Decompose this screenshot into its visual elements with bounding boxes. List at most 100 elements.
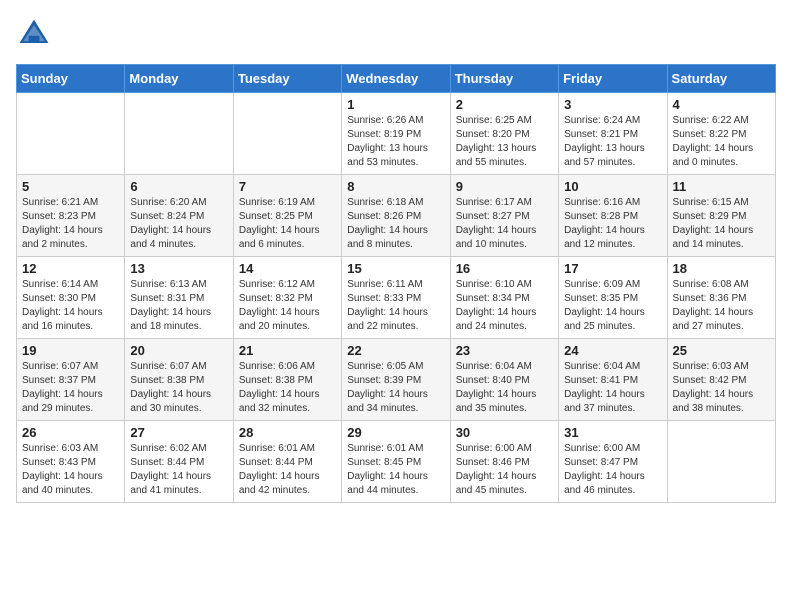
weekday-header-wednesday: Wednesday bbox=[342, 65, 450, 93]
day-number: 26 bbox=[22, 425, 119, 440]
page-header bbox=[16, 16, 776, 52]
calendar-cell: 9 Sunrise: 6:17 AMSunset: 8:27 PMDaylight… bbox=[450, 175, 558, 257]
calendar-cell: 30 Sunrise: 6:00 AMSunset: 8:46 PMDayligh… bbox=[450, 421, 558, 503]
calendar-cell: 31 Sunrise: 6:00 AMSunset: 8:47 PMDayligh… bbox=[559, 421, 667, 503]
day-number: 17 bbox=[564, 261, 661, 276]
day-number: 6 bbox=[130, 179, 227, 194]
day-info: Sunrise: 6:26 AMSunset: 8:19 PMDaylight:… bbox=[347, 114, 444, 170]
day-number: 8 bbox=[347, 179, 444, 194]
day-info: Sunrise: 6:02 AMSunset: 8:44 PMDaylight:… bbox=[130, 442, 227, 498]
calendar-cell: 3 Sunrise: 6:24 AMSunset: 8:21 PMDaylight… bbox=[559, 93, 667, 175]
day-info: Sunrise: 6:03 AMSunset: 8:43 PMDaylight:… bbox=[22, 442, 119, 498]
week-row-1: 1Sunrise: 6:26 AMSunset: 8:19 PMDaylight… bbox=[17, 93, 776, 175]
calendar-cell: 6 Sunrise: 6:20 AMSunset: 8:24 PMDaylight… bbox=[125, 175, 233, 257]
day-number: 18 bbox=[673, 261, 770, 276]
day-number: 3 bbox=[564, 97, 661, 112]
day-info: Sunrise: 6:01 AMSunset: 8:44 PMDaylight:… bbox=[239, 442, 336, 498]
calendar-table: SundayMondayTuesdayWednesdayThursdayFrid… bbox=[16, 64, 776, 503]
calendar-cell: 23 Sunrise: 6:04 AMSunset: 8:40 PMDayligh… bbox=[450, 339, 558, 421]
day-number: 16 bbox=[456, 261, 553, 276]
day-info: Sunrise: 6:09 AMSunset: 8:35 PMDaylight:… bbox=[564, 278, 661, 334]
calendar-cell: 21Sunrise: 6:06 AMSunset: 8:38 PMDayligh… bbox=[233, 339, 341, 421]
day-info: Sunrise: 6:11 AMSunset: 8:33 PMDaylight:… bbox=[347, 278, 444, 334]
calendar-cell: 11 Sunrise: 6:15 AMSunset: 8:29 PMDayligh… bbox=[667, 175, 775, 257]
calendar-cell: 15Sunrise: 6:11 AMSunset: 8:33 PMDayligh… bbox=[342, 257, 450, 339]
day-number: 4 bbox=[673, 97, 770, 112]
logo-icon bbox=[16, 16, 52, 52]
day-info: Sunrise: 6:20 AMSunset: 8:24 PMDaylight:… bbox=[130, 196, 227, 252]
day-number: 5 bbox=[22, 179, 119, 194]
day-info: Sunrise: 6:15 AMSunset: 8:29 PMDaylight:… bbox=[673, 196, 770, 252]
header-row: SundayMondayTuesdayWednesdayThursdayFrid… bbox=[17, 65, 776, 93]
day-number: 9 bbox=[456, 179, 553, 194]
week-row-5: 26 Sunrise: 6:03 AMSunset: 8:43 PMDayligh… bbox=[17, 421, 776, 503]
day-info: Sunrise: 6:04 AMSunset: 8:40 PMDaylight:… bbox=[456, 360, 553, 416]
calendar-cell: 17 Sunrise: 6:09 AMSunset: 8:35 PMDayligh… bbox=[559, 257, 667, 339]
day-info: Sunrise: 6:12 AMSunset: 8:32 PMDaylight:… bbox=[239, 278, 336, 334]
calendar-cell: 29 Sunrise: 6:01 AMSunset: 8:45 PMDayligh… bbox=[342, 421, 450, 503]
calendar-cell: 13 Sunrise: 6:13 AMSunset: 8:31 PMDayligh… bbox=[125, 257, 233, 339]
day-info: Sunrise: 6:24 AMSunset: 8:21 PMDaylight:… bbox=[564, 114, 661, 170]
weekday-header-friday: Friday bbox=[559, 65, 667, 93]
day-info: Sunrise: 6:10 AMSunset: 8:34 PMDaylight:… bbox=[456, 278, 553, 334]
logo bbox=[16, 16, 56, 52]
calendar-cell: 22Sunrise: 6:05 AMSunset: 8:39 PMDayligh… bbox=[342, 339, 450, 421]
day-number: 19 bbox=[22, 343, 119, 358]
calendar-cell: 5Sunrise: 6:21 AMSunset: 8:23 PMDaylight… bbox=[17, 175, 125, 257]
calendar-cell bbox=[125, 93, 233, 175]
day-number: 31 bbox=[564, 425, 661, 440]
day-info: Sunrise: 6:25 AMSunset: 8:20 PMDaylight:… bbox=[456, 114, 553, 170]
day-info: Sunrise: 6:17 AMSunset: 8:27 PMDaylight:… bbox=[456, 196, 553, 252]
day-info: Sunrise: 6:01 AMSunset: 8:45 PMDaylight:… bbox=[347, 442, 444, 498]
calendar-cell: 24 Sunrise: 6:04 AMSunset: 8:41 PMDayligh… bbox=[559, 339, 667, 421]
day-info: Sunrise: 6:13 AMSunset: 8:31 PMDaylight:… bbox=[130, 278, 227, 334]
calendar-cell: 12 Sunrise: 6:14 AMSunset: 8:30 PMDayligh… bbox=[17, 257, 125, 339]
calendar-cell: 10 Sunrise: 6:16 AMSunset: 8:28 PMDayligh… bbox=[559, 175, 667, 257]
day-number: 24 bbox=[564, 343, 661, 358]
day-number: 27 bbox=[130, 425, 227, 440]
day-number: 14 bbox=[239, 261, 336, 276]
calendar-cell: 8 Sunrise: 6:18 AMSunset: 8:26 PMDaylight… bbox=[342, 175, 450, 257]
day-info: Sunrise: 6:19 AMSunset: 8:25 PMDaylight:… bbox=[239, 196, 336, 252]
day-number: 13 bbox=[130, 261, 227, 276]
calendar-cell: 4 Sunrise: 6:22 AMSunset: 8:22 PMDaylight… bbox=[667, 93, 775, 175]
day-number: 20 bbox=[130, 343, 227, 358]
weekday-header-tuesday: Tuesday bbox=[233, 65, 341, 93]
calendar-cell bbox=[667, 421, 775, 503]
day-info: Sunrise: 6:22 AMSunset: 8:22 PMDaylight:… bbox=[673, 114, 770, 170]
calendar-cell: 28 Sunrise: 6:01 AMSunset: 8:44 PMDayligh… bbox=[233, 421, 341, 503]
day-number: 12 bbox=[22, 261, 119, 276]
day-number: 30 bbox=[456, 425, 553, 440]
calendar-cell: 20Sunrise: 6:07 AMSunset: 8:38 PMDayligh… bbox=[125, 339, 233, 421]
day-number: 10 bbox=[564, 179, 661, 194]
day-number: 25 bbox=[673, 343, 770, 358]
day-info: Sunrise: 6:16 AMSunset: 8:28 PMDaylight:… bbox=[564, 196, 661, 252]
weekday-header-monday: Monday bbox=[125, 65, 233, 93]
calendar-cell: 1Sunrise: 6:26 AMSunset: 8:19 PMDaylight… bbox=[342, 93, 450, 175]
calendar-cell: 19Sunrise: 6:07 AMSunset: 8:37 PMDayligh… bbox=[17, 339, 125, 421]
calendar-body: 1Sunrise: 6:26 AMSunset: 8:19 PMDaylight… bbox=[17, 93, 776, 503]
calendar-cell: 26 Sunrise: 6:03 AMSunset: 8:43 PMDayligh… bbox=[17, 421, 125, 503]
calendar-cell: 27 Sunrise: 6:02 AMSunset: 8:44 PMDayligh… bbox=[125, 421, 233, 503]
day-number: 21 bbox=[239, 343, 336, 358]
week-row-3: 12 Sunrise: 6:14 AMSunset: 8:30 PMDayligh… bbox=[17, 257, 776, 339]
calendar-cell: 2Sunrise: 6:25 AMSunset: 8:20 PMDaylight… bbox=[450, 93, 558, 175]
calendar-cell: 16 Sunrise: 6:10 AMSunset: 8:34 PMDayligh… bbox=[450, 257, 558, 339]
day-info: Sunrise: 6:04 AMSunset: 8:41 PMDaylight:… bbox=[564, 360, 661, 416]
day-info: Sunrise: 6:14 AMSunset: 8:30 PMDaylight:… bbox=[22, 278, 119, 334]
weekday-header-saturday: Saturday bbox=[667, 65, 775, 93]
day-number: 22 bbox=[347, 343, 444, 358]
day-number: 28 bbox=[239, 425, 336, 440]
day-number: 11 bbox=[673, 179, 770, 194]
day-info: Sunrise: 6:00 AMSunset: 8:47 PMDaylight:… bbox=[564, 442, 661, 498]
calendar-cell: 25Sunrise: 6:03 AMSunset: 8:42 PMDayligh… bbox=[667, 339, 775, 421]
day-number: 29 bbox=[347, 425, 444, 440]
week-row-2: 5Sunrise: 6:21 AMSunset: 8:23 PMDaylight… bbox=[17, 175, 776, 257]
day-info: Sunrise: 6:00 AMSunset: 8:46 PMDaylight:… bbox=[456, 442, 553, 498]
day-number: 23 bbox=[456, 343, 553, 358]
day-info: Sunrise: 6:18 AMSunset: 8:26 PMDaylight:… bbox=[347, 196, 444, 252]
weekday-header-thursday: Thursday bbox=[450, 65, 558, 93]
calendar-header: SundayMondayTuesdayWednesdayThursdayFrid… bbox=[17, 65, 776, 93]
week-row-4: 19Sunrise: 6:07 AMSunset: 8:37 PMDayligh… bbox=[17, 339, 776, 421]
calendar-cell: 14 Sunrise: 6:12 AMSunset: 8:32 PMDayligh… bbox=[233, 257, 341, 339]
